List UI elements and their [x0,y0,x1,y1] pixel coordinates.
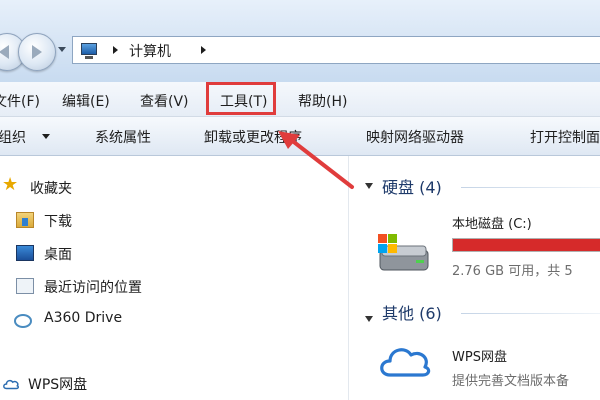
drive-c-usage-bar [452,238,600,252]
recent-places-icon [16,278,34,294]
hard-disks-group-title[interactable]: 硬盘 (4) [382,174,442,198]
cloud-icon [3,379,19,390]
recent-pages-dropdown-icon[interactable] [58,47,66,52]
menu-edit[interactable]: 编辑(E) [62,91,110,111]
cloud-icon [380,348,431,377]
nav-downloads[interactable]: 下载 [0,207,348,235]
nav-downloads-label: 下载 [44,214,72,230]
drive-c-usage-fill [453,239,600,251]
menu-view[interactable]: 查看(V) [140,91,189,111]
open-control-panel-button[interactable]: 打开控制面 [530,127,600,147]
group-divider [461,313,600,314]
other-group-title[interactable]: 其他 (6) [382,300,442,324]
wps-drive-description: 提供完善文档版本备 [452,374,570,389]
breadcrumb-separator-icon[interactable] [201,46,206,54]
desktop-icon [16,245,34,261]
map-network-drive-button[interactable]: 映射网络驱动器 [366,127,464,147]
breadcrumb-computer[interactable]: 计算机 [129,41,171,61]
nav-wps-cloud-label: WPS网盘 [28,377,88,393]
address-bar-region: 计算机 [0,0,600,82]
nav-wps-cloud[interactable]: WPS网盘 [0,370,348,398]
annotation-arrow [278,131,354,189]
drive-c-label[interactable]: 本地磁盘 (C:) [452,213,532,232]
nav-recent-places-label: 最近访问的位置 [44,280,142,296]
nav-desktop-label: 桌面 [44,247,72,263]
nav-desktop[interactable]: 桌面 [0,240,348,268]
menu-bar: 文件(F) 编辑(E) 查看(V) 工具(T) 帮助(H) [0,82,600,117]
wps-drive-label[interactable]: WPS网盘 [452,346,507,365]
nav-favorites-label: 收藏夹 [30,181,72,197]
group-divider [461,187,600,188]
nav-a360-drive[interactable]: A360 Drive [0,306,348,334]
organize-dropdown-icon[interactable] [42,134,50,139]
nav-recent-places[interactable]: 最近访问的位置 [0,273,348,301]
hard-drive-icon [378,234,429,271]
back-arrow-icon [0,45,9,59]
forward-button[interactable] [18,33,56,71]
drive-c-free-space: 2.76 GB 可用，共 5 [452,264,573,279]
breadcrumb-separator-icon[interactable] [113,46,118,54]
system-properties-button[interactable]: 系统属性 [95,127,151,147]
tools-highlight-box [206,82,276,115]
menu-file[interactable]: 文件(F) [0,91,40,111]
content-pane: 硬盘 (4) 本地磁盘 (C:) 2.76 GB 可用，共 5 其他 (6) W… [349,156,600,400]
address-box[interactable]: 计算机 [72,36,600,64]
star-icon: ★ [2,174,19,195]
menu-help[interactable]: 帮助(H) [298,91,347,111]
collapse-other-icon[interactable] [365,316,373,322]
organize-button[interactable]: 组织 [0,127,26,147]
a360-drive-icon [14,314,32,328]
computer-icon [81,43,97,59]
nav-a360-drive-label: A360 Drive [44,310,123,326]
downloads-folder-icon [16,212,34,228]
forward-arrow-icon [32,45,42,59]
